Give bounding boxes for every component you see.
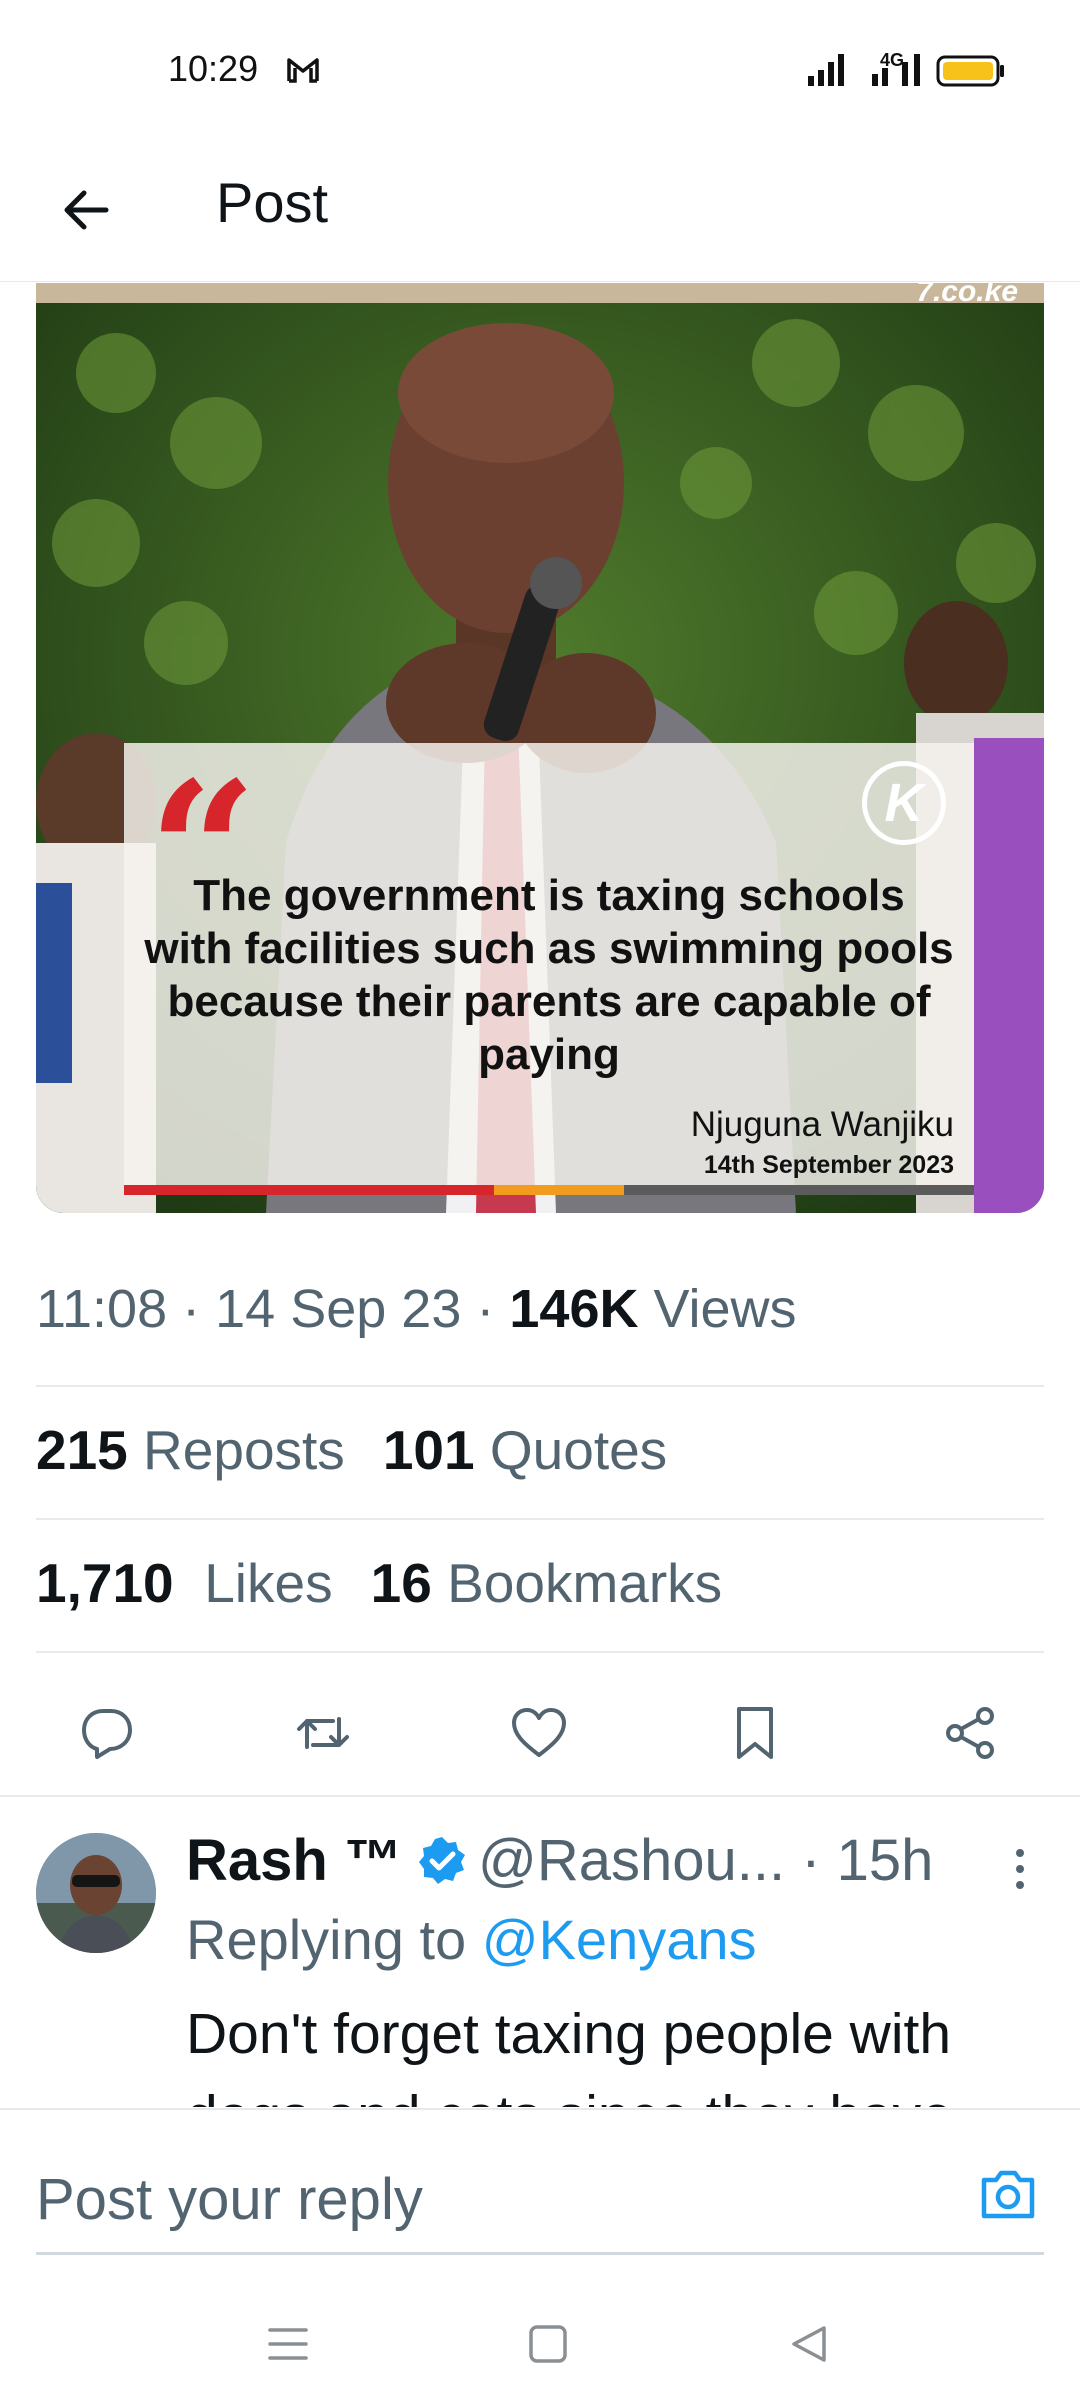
recents-button[interactable] xyxy=(258,2314,318,2374)
reposts-count: 215 xyxy=(36,1419,128,1481)
post-meta: 11:08 · 14 Sep 23 · 146K Views xyxy=(36,1278,797,1340)
divider xyxy=(36,1651,1044,1653)
bookmark-icon xyxy=(737,1707,773,1759)
bookmarks-count: 16 xyxy=(370,1552,432,1614)
divider xyxy=(36,1385,1044,1387)
post-date: 14 Sep 23 xyxy=(215,1279,462,1339)
bookmarks-label: Bookmarks xyxy=(447,1552,723,1614)
reply-input[interactable]: Post your reply xyxy=(36,2166,423,2233)
repost-icon xyxy=(297,1717,349,1749)
views-label: Views xyxy=(653,1279,797,1339)
quotes-link[interactable]: 101 Quotes xyxy=(383,1419,667,1481)
views-count: 146K xyxy=(509,1279,639,1339)
replying-to-mention[interactable]: @Kenyans xyxy=(482,1908,757,1971)
likes-link[interactable]: 1,710 Likes xyxy=(36,1552,333,1614)
quote-card: “ K The government is taxing schools wit… xyxy=(124,743,974,1195)
bookmarks-link[interactable]: 16 Bookmarks xyxy=(371,1552,723,1614)
action-bar xyxy=(0,1670,1080,1790)
signal-icon xyxy=(808,54,844,86)
reply-text: Don't forget taxing people with dogs and… xyxy=(186,2002,953,2107)
arrow-left-icon xyxy=(64,190,109,230)
reposts-link[interactable]: 215 Reposts xyxy=(36,1419,345,1481)
quote-date: 14th September 2023 xyxy=(703,1151,954,1179)
bookmark-button[interactable] xyxy=(718,1696,792,1770)
reply-composer: Post your reply xyxy=(0,2108,1080,2284)
reply-icon xyxy=(82,1709,132,1759)
likes-label: Likes xyxy=(204,1552,333,1614)
composer-underline xyxy=(36,2252,1044,2255)
image-watermark: 7.co.ke xyxy=(916,283,1018,308)
avatar[interactable] xyxy=(36,1833,156,1953)
avatar-image xyxy=(36,1833,156,1953)
triangle-back-icon xyxy=(792,2326,826,2362)
reply-author-name[interactable]: Rash ™ xyxy=(186,1828,402,1893)
stats-row-likes: 1,710 Likes 16 Bookmarks xyxy=(36,1551,722,1615)
quotes-count: 101 xyxy=(382,1419,475,1481)
repost-button[interactable] xyxy=(286,1696,360,1770)
purple-banner xyxy=(974,738,1044,1213)
kenyans-logo: K xyxy=(862,761,946,845)
reply-post[interactable]: Rash ™ @Rashou... · 15h Replying to @Ken… xyxy=(0,1797,1080,2107)
reply-header: Rash ™ @Rashou... · 15h xyxy=(186,1827,933,1895)
replying-to-label: Replying to xyxy=(186,1908,467,1971)
battery-icon xyxy=(936,55,1004,87)
meta-separator: · xyxy=(476,1279,495,1339)
reply-time: · 15h xyxy=(801,1828,934,1893)
reply-button[interactable] xyxy=(70,1696,144,1770)
system-nav-bar xyxy=(0,2284,1080,2400)
share-icon xyxy=(946,1707,994,1759)
reply-author-handle[interactable]: @Rashou... xyxy=(478,1828,785,1893)
quote-author: Njuguna Wanjiku xyxy=(690,1105,954,1144)
like-button[interactable] xyxy=(502,1696,576,1770)
stats-row-reposts: 215 Reposts 101 Quotes xyxy=(36,1418,667,1482)
top-app-bar: Post xyxy=(0,140,1080,282)
quote-color-bar xyxy=(124,1185,974,1195)
status-bar: 10:29 4G xyxy=(0,0,1080,140)
back-nav-button[interactable] xyxy=(778,2314,838,2374)
replying-to: Replying to @Kenyans xyxy=(186,1907,757,1972)
back-button[interactable] xyxy=(50,174,122,246)
quote-text: The government is taxing schools with fa… xyxy=(144,871,954,1079)
share-button[interactable] xyxy=(934,1696,1008,1770)
gmail-icon xyxy=(287,58,319,83)
camera-icon[interactable] xyxy=(976,2162,1040,2226)
status-time: 10:29 xyxy=(168,48,259,89)
mobile-data-icon xyxy=(872,54,920,86)
verified-badge-icon xyxy=(418,1836,465,1884)
reposts-label: Reposts xyxy=(143,1419,345,1481)
square-icon xyxy=(529,2325,567,2363)
likes-count: 1,710 xyxy=(36,1552,174,1614)
page-title: Post xyxy=(216,171,329,234)
meta-separator: · xyxy=(182,1279,201,1339)
menu-icon xyxy=(268,2328,308,2360)
divider xyxy=(36,1518,1044,1520)
quotes-label: Quotes xyxy=(489,1419,668,1481)
post-image[interactable]: 7.co.ke “ K The government is taxing sch… xyxy=(36,283,1044,1213)
heart-icon xyxy=(512,1708,566,1757)
home-button[interactable] xyxy=(518,2314,578,2374)
post-time: 11:08 xyxy=(36,1279,168,1339)
more-options-icon[interactable] xyxy=(1008,1839,1032,1899)
